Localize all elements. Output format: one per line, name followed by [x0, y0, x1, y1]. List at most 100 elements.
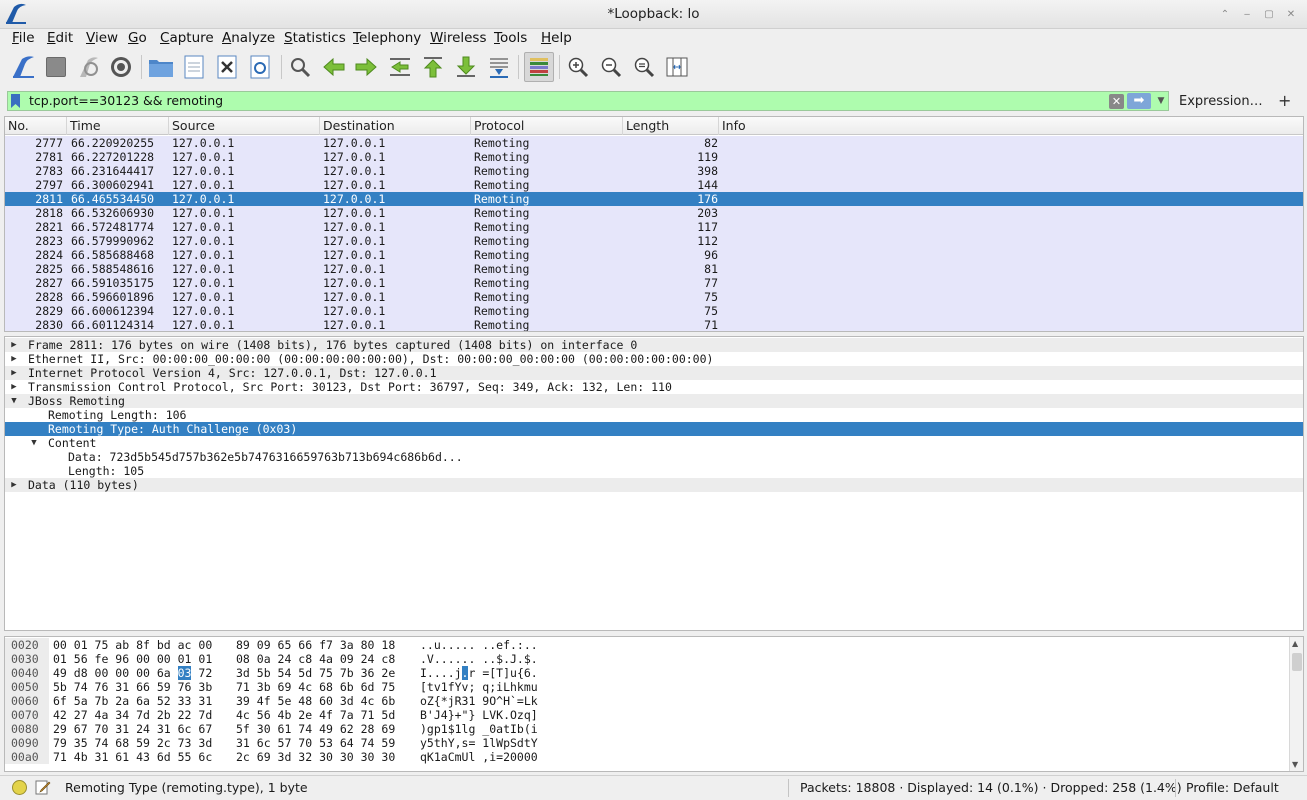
packet-row[interactable]: 2777 66.220920255 127.0.0.1 127.0.0.1 Remoti… [5, 136, 1303, 150]
restart-capture-icon[interactable] [75, 53, 103, 81]
add-filter-button[interactable]: + [1278, 91, 1291, 110]
start-capture-fin-icon[interactable] [9, 53, 37, 81]
auto-scroll-icon[interactable] [485, 53, 513, 81]
column-header-length[interactable]: Length [623, 117, 719, 135]
packet-cell-info [722, 206, 1302, 220]
bytes-row[interactable]: 0050 5b 74 76 31 66 59 76 3b 71 3b 69 4c 6… [5, 680, 1290, 694]
capture-comment-edit-icon[interactable] [35, 779, 51, 795]
go-forward-arrow-icon[interactable] [352, 53, 380, 81]
minimize-icon[interactable]: ‒ [1239, 7, 1255, 23]
maximize-icon[interactable]: ▢ [1261, 7, 1277, 23]
collapsed-arrow-icon[interactable]: ▶ [9, 478, 19, 492]
colorize-toggle-icon[interactable] [524, 52, 554, 82]
go-back-arrow-icon[interactable] [320, 53, 348, 81]
packet-row[interactable]: 2821 66.572481774 127.0.0.1 127.0.0.1 Remoti… [5, 220, 1303, 234]
save-file-icon[interactable] [180, 53, 208, 81]
zoom-out-icon[interactable] [597, 53, 625, 81]
window-shade-icon[interactable]: ⌃ [1217, 7, 1233, 23]
packet-row[interactable]: 2783 66.231644417 127.0.0.1 127.0.0.1 Remoti… [5, 164, 1303, 178]
profile-selector[interactable]: Profile: Default [1186, 780, 1279, 795]
filter-bookmark-icon[interactable] [10, 94, 21, 108]
detail-tree-item[interactable]: Data: 723d5b545d757b362e5b7476316659763b… [5, 450, 1303, 464]
collapsed-arrow-icon[interactable]: ▶ [9, 380, 19, 394]
find-packet-search-icon[interactable] [286, 53, 314, 81]
go-to-packet-icon[interactable] [386, 53, 414, 81]
go-last-packet-icon[interactable] [452, 53, 480, 81]
column-header-no[interactable]: No. [5, 117, 67, 135]
expanded-arrow-icon[interactable]: ▼ [9, 394, 19, 408]
menu-telephony[interactable]: Telephony [353, 30, 421, 46]
resize-columns-icon[interactable] [663, 53, 691, 81]
packet-row[interactable]: 2797 66.300602941 127.0.0.1 127.0.0.1 Remoti… [5, 178, 1303, 192]
column-header-protocol[interactable]: Protocol [471, 117, 623, 135]
packet-row[interactable]: 2811 66.465534450 127.0.0.1 127.0.0.1 Remoti… [5, 192, 1303, 206]
scrollbar-thumb[interactable] [1292, 653, 1302, 671]
stop-capture-icon[interactable] [42, 53, 70, 81]
detail-text: JBoss Remoting [28, 394, 125, 408]
hex-bytes-left: 71 4b 31 61 43 6d 55 6c [53, 750, 213, 764]
packet-row[interactable]: 2824 66.585688468 127.0.0.1 127.0.0.1 Remoti… [5, 248, 1303, 262]
collapsed-arrow-icon[interactable]: ▶ [9, 338, 19, 352]
bytes-row[interactable]: 0020 00 01 75 ab 8f bd ac 00 89 09 65 66 f… [5, 638, 1290, 652]
menu-view[interactable]: View [86, 30, 118, 46]
expression-button[interactable]: Expression… [1179, 94, 1263, 109]
menu-tools[interactable]: Tools [494, 30, 527, 46]
column-header-time[interactable]: Time [67, 117, 169, 135]
detail-tree-item[interactable]: ▶ Data (110 bytes) [5, 478, 1303, 492]
detail-tree-item[interactable]: ▶ Ethernet II, Src: 00:00:00_00:00:00 (00… [5, 352, 1303, 366]
scroll-up-icon[interactable]: ▲ [1292, 639, 1298, 648]
column-header-destination[interactable]: Destination [320, 117, 471, 135]
column-header-info[interactable]: Info [719, 117, 1303, 135]
scroll-down-icon[interactable]: ▼ [1292, 760, 1298, 769]
reload-file-icon[interactable] [246, 53, 274, 81]
menu-go[interactable]: Go [128, 30, 147, 46]
packet-row[interactable]: 2828 66.596601896 127.0.0.1 127.0.0.1 Remoti… [5, 290, 1303, 304]
detail-tree-item[interactable]: ▼ JBoss Remoting [5, 394, 1303, 408]
menu-capture[interactable]: Capture [160, 30, 214, 46]
bytes-row[interactable]: 0090 79 35 74 68 59 2c 73 3d 31 6c 57 70 5… [5, 736, 1290, 750]
bytes-row[interactable]: 0040 49 d8 00 00 00 6a 03 72 3d 5b 54 5d 7… [5, 666, 1290, 680]
zoom-normal-icon[interactable] [630, 53, 658, 81]
menu-file[interactable]: File [12, 30, 35, 46]
column-header-source[interactable]: Source [169, 117, 320, 135]
bytes-row[interactable]: 0070 42 27 4a 34 7d 2b 22 7d 4c 56 4b 2e 4… [5, 708, 1290, 722]
detail-tree-item[interactable]: ▶ Transmission Control Protocol, Src Port… [5, 380, 1303, 394]
close-file-icon[interactable] [213, 53, 241, 81]
bytes-row[interactable]: 00a0 71 4b 31 61 43 6d 55 6c 2c 69 3d 32 3… [5, 750, 1290, 764]
zoom-in-icon[interactable] [564, 53, 592, 81]
display-filter-input[interactable]: tcp.port==30123 && remoting [7, 91, 1169, 111]
detail-tree-item[interactable]: Remoting Length: 106 [5, 408, 1303, 422]
go-first-packet-icon[interactable] [419, 53, 447, 81]
detail-tree-item[interactable]: ▶ Internet Protocol Version 4, Src: 127.0… [5, 366, 1303, 380]
collapsed-arrow-icon[interactable]: ▶ [9, 352, 19, 366]
menu-statistics[interactable]: Statistics [284, 30, 346, 46]
open-file-folder-icon[interactable] [147, 53, 175, 81]
expert-info-led-icon[interactable] [12, 780, 27, 795]
bytes-row[interactable]: 0060 6f 5a 7b 2a 6a 52 33 31 39 4f 5e 48 6… [5, 694, 1290, 708]
packet-row[interactable]: 2781 66.227201228 127.0.0.1 127.0.0.1 Remoti… [5, 150, 1303, 164]
detail-tree-item[interactable]: Remoting Type: Auth Challenge (0x03) [5, 422, 1303, 436]
detail-tree-item[interactable]: ▼ Content [5, 436, 1303, 450]
bytes-scrollbar[interactable]: ▲ ▼ [1289, 637, 1303, 771]
detail-tree-item[interactable]: ▶ Frame 2811: 176 bytes on wire (1408 bit… [5, 338, 1303, 352]
packet-row[interactable]: 2823 66.579990962 127.0.0.1 127.0.0.1 Remoti… [5, 234, 1303, 248]
bytes-row[interactable]: 0030 01 56 fe 96 00 00 01 01 08 0a 24 c8 4… [5, 652, 1290, 666]
clear-filter-button[interactable]: ✕ [1109, 94, 1124, 109]
expanded-arrow-icon[interactable]: ▼ [29, 436, 39, 450]
apply-filter-button[interactable]: ➡ [1127, 93, 1151, 109]
detail-tree-item[interactable]: Length: 105 [5, 464, 1303, 478]
packet-row[interactable]: 2830 66.601124314 127.0.0.1 127.0.0.1 Remoti… [5, 318, 1303, 331]
menu-edit[interactable]: Edit [47, 30, 73, 46]
bytes-row[interactable]: 0080 29 67 70 31 24 31 6c 67 5f 30 61 74 4… [5, 722, 1290, 736]
menu-wireless[interactable]: Wireless [430, 30, 487, 46]
packet-row[interactable]: 2825 66.588548616 127.0.0.1 127.0.0.1 Remoti… [5, 262, 1303, 276]
close-icon[interactable]: ✕ [1283, 7, 1299, 23]
packet-row[interactable]: 2827 66.591035175 127.0.0.1 127.0.0.1 Remoti… [5, 276, 1303, 290]
capture-options-gear-icon[interactable] [107, 53, 135, 81]
filter-history-dropdown-icon[interactable]: ▼ [1155, 94, 1167, 108]
packet-row[interactable]: 2818 66.532606930 127.0.0.1 127.0.0.1 Remoti… [5, 206, 1303, 220]
menu-help[interactable]: Help [541, 30, 572, 46]
collapsed-arrow-icon[interactable]: ▶ [9, 366, 19, 380]
menu-analyze[interactable]: Analyze [222, 30, 275, 46]
packet-row[interactable]: 2829 66.600612394 127.0.0.1 127.0.0.1 Remoti… [5, 304, 1303, 318]
